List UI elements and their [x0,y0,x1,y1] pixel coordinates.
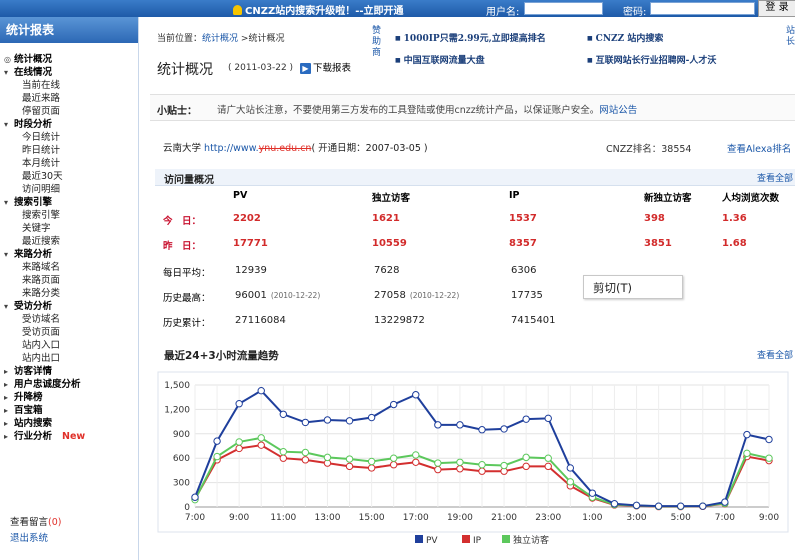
data-point [213,437,221,445]
data-point [522,415,530,423]
context-menu: 剪切(T) [583,275,683,299]
data-point [279,454,288,462]
x-tick-label: 7:00 [185,513,205,523]
legend-swatch [415,535,423,543]
data-point [345,462,354,471]
data-point [610,500,619,508]
data-point [544,414,552,423]
data-point [434,465,442,474]
data-point [301,418,310,427]
x-tick-label: 7:00 [715,513,735,523]
x-tick-label: 19:00 [447,513,473,523]
data-point [765,454,773,462]
data-point [345,455,354,463]
x-tick-label: 9:00 [759,513,779,523]
data-point [301,456,310,464]
data-point [389,400,398,409]
x-tick-label: 9:00 [229,513,249,523]
legend-swatch [502,535,510,543]
x-tick-label: 13:00 [314,513,340,523]
data-point [500,461,508,470]
data-point [588,489,597,497]
y-tick-label: 300 [173,479,190,489]
data-point [367,464,376,472]
data-point [279,410,288,418]
y-tick-label: 0 [184,503,190,513]
data-point [544,462,552,471]
data-point [367,413,376,422]
data-point [235,400,243,408]
data-point [721,498,729,506]
y-tick-label: 600 [173,454,190,464]
data-point [743,449,751,458]
legend-swatch [462,535,470,543]
x-tick-label: 11:00 [270,513,296,523]
x-tick-label: 21:00 [491,513,517,523]
data-point [456,458,464,466]
data-point [434,421,442,429]
x-tick-label: 23:00 [535,513,561,523]
y-tick-label: 1,200 [164,405,190,415]
y-tick-label: 900 [173,430,190,440]
legend-label: PV [426,536,438,546]
y-tick-label: 1,500 [164,381,190,391]
legend-label: IP [473,536,482,546]
context-menu-cut[interactable]: 剪切(T) [593,281,632,295]
data-point [257,434,265,442]
data-point [191,493,199,501]
data-point [279,447,288,456]
data-point [257,386,265,395]
data-point [323,453,332,462]
x-tick-label: 15:00 [359,513,385,523]
data-point [500,425,508,433]
data-point [765,435,773,444]
data-point [654,502,663,510]
data-point [412,458,420,466]
data-point [434,459,442,467]
x-tick-label: 5:00 [671,513,691,523]
data-point [323,416,332,424]
data-point [544,454,552,462]
data-point [478,467,486,475]
data-point [257,441,265,449]
data-point [412,391,420,399]
data-point [566,464,575,472]
data-point [632,501,641,510]
data-point [676,502,685,510]
data-point [566,478,575,486]
data-point [235,444,243,453]
data-point [522,453,530,462]
data-point [412,451,420,459]
data-point [478,461,486,469]
data-point [301,448,310,457]
data-point [743,430,751,439]
data-point [456,421,464,429]
x-tick-label: 1:00 [582,513,602,523]
data-point [478,426,486,434]
data-point [235,438,243,446]
data-point [389,454,398,462]
data-point [522,462,530,471]
x-tick-label: 17:00 [403,513,429,523]
data-point [367,457,376,466]
data-point [699,502,707,510]
data-point [345,417,354,425]
data-point [389,461,398,469]
legend-label: 独立访客 [513,534,549,546]
data-point [213,452,221,461]
data-point [456,465,464,473]
x-tick-label: 3:00 [626,513,646,523]
